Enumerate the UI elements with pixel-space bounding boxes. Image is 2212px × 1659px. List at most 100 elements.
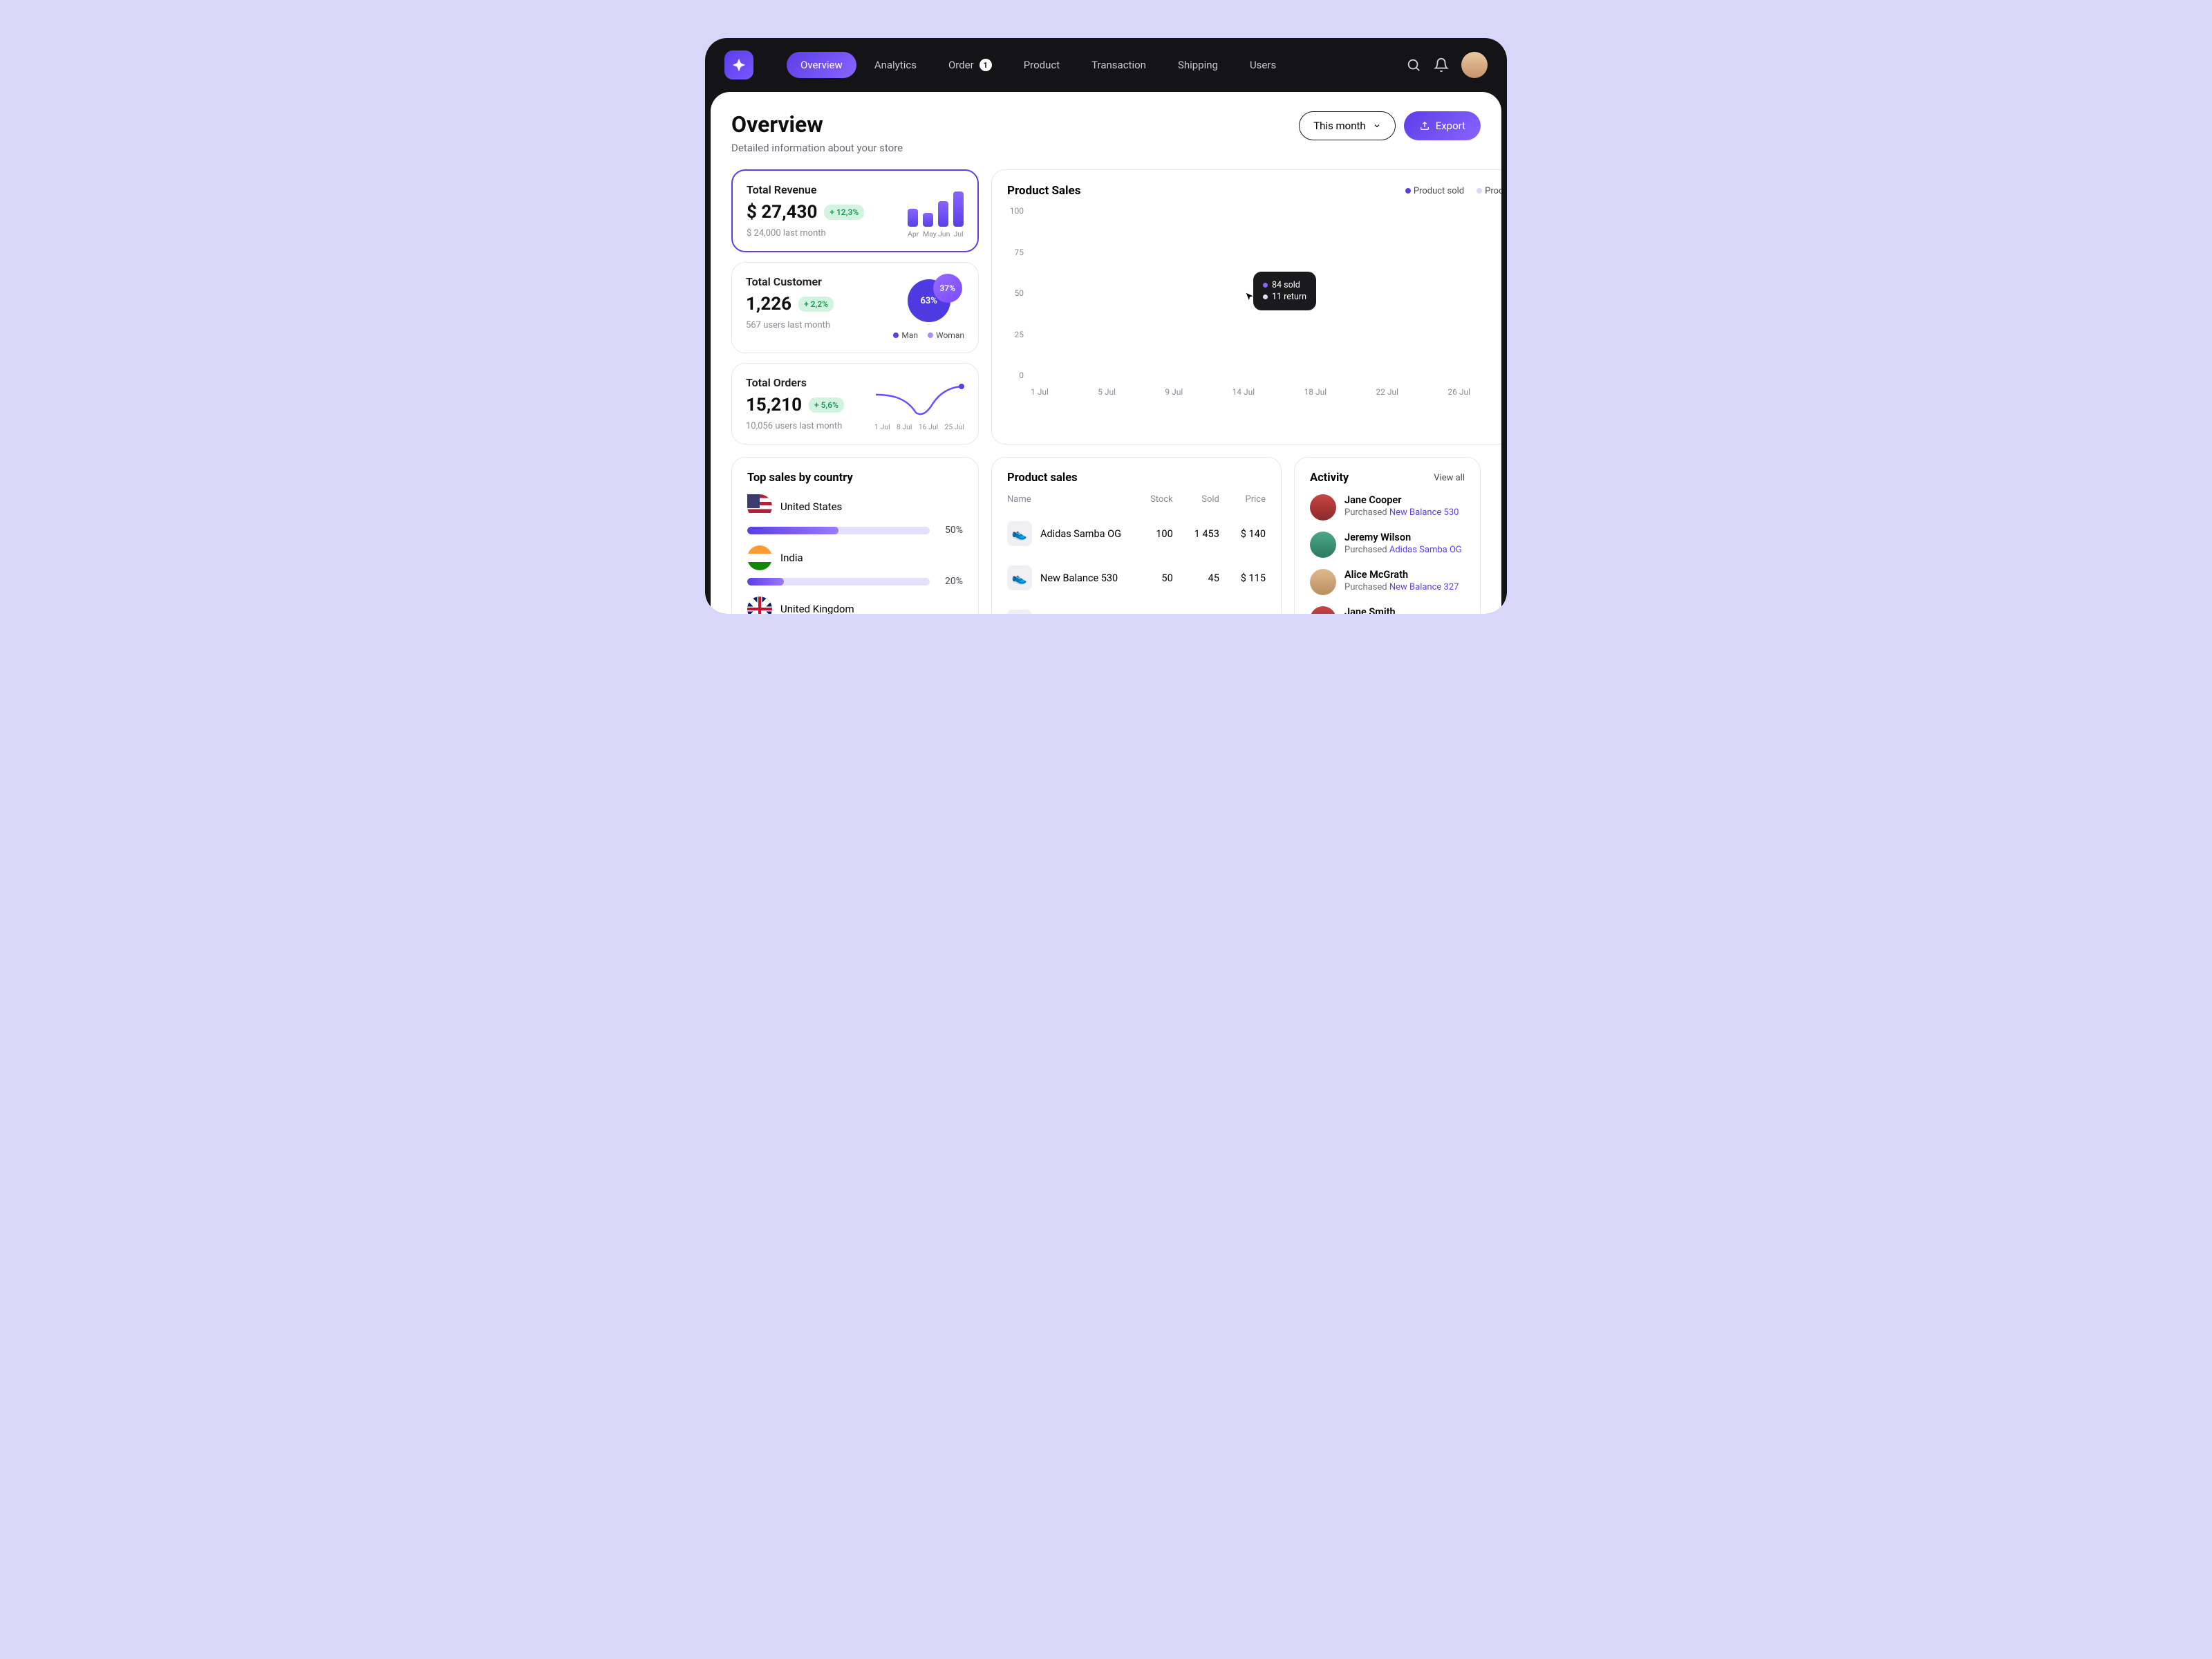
kpi-customer-card[interactable]: Total Customer 1,226 + 2,2% 567 users la…: [731, 262, 979, 353]
page-subtitle: Detailed information about your store: [731, 142, 903, 154]
export-label: Export: [1436, 120, 1465, 132]
revenue-sparkbar-labels: AprMayJunJul: [908, 229, 964, 238]
flag-icon: [747, 597, 772, 614]
search-icon[interactable]: [1406, 57, 1421, 73]
nav-users[interactable]: Users: [1236, 52, 1290, 78]
activity-avatar: [1310, 606, 1336, 614]
period-label: This month: [1313, 120, 1365, 132]
country-name: India: [780, 552, 803, 564]
legend-return: Product return: [1477, 186, 1501, 196]
user-avatar[interactable]: [1461, 52, 1488, 78]
kpi-orders-title: Total Orders: [746, 376, 844, 389]
col-name: Name: [1007, 494, 1127, 505]
activity-name: Jeremy Wilson: [1344, 532, 1462, 543]
product-name: New Balance 530: [1040, 572, 1118, 584]
col-price: Price: [1219, 494, 1266, 505]
product-stock: 50: [1127, 572, 1173, 584]
product-thumb: 👟: [1007, 565, 1032, 590]
period-selector[interactable]: This month: [1299, 111, 1395, 140]
country-row: India 20%: [747, 545, 963, 587]
nav-product[interactable]: Product: [1010, 52, 1074, 78]
app-window: Overview Analytics Order 1 Product Trans…: [705, 38, 1507, 614]
country-row: United States 50%: [747, 494, 963, 536]
table-row[interactable]: 👟 New Balance 530 50 45 $ 115: [1007, 556, 1266, 600]
content-area: Overview Detailed information about your…: [711, 92, 1501, 614]
kpi-orders-delta: + 5,6%: [809, 397, 844, 413]
nav-overview[interactable]: Overview: [787, 52, 856, 78]
product-thumb: 👟: [1007, 610, 1032, 614]
flag-icon: [747, 545, 772, 570]
chart-y-axis: 1007550250: [1007, 206, 1031, 400]
chart-title: Product Sales: [1007, 184, 1080, 198]
country-row: United Kingdom 10%: [747, 597, 963, 614]
country-name: United States: [780, 500, 842, 513]
activity-name: Jane Cooper: [1344, 494, 1459, 506]
activity-row[interactable]: Jane Cooper Purchased New Balance 530: [1310, 494, 1465, 521]
country-pct: 50%: [938, 525, 963, 536]
nav-shipping[interactable]: Shipping: [1164, 52, 1232, 78]
activity-sub: Purchased Adidas Samba OG: [1344, 545, 1462, 555]
country-pct: 20%: [938, 576, 963, 587]
revenue-sparkbars: [908, 184, 964, 227]
bell-icon[interactable]: [1434, 57, 1449, 73]
country-name: United Kingdom: [780, 603, 854, 614]
topbar: Overview Analytics Order 1 Product Trans…: [705, 38, 1507, 92]
orders-sparkline: 1 Jul8 Jul16 Jul25 Jul: [874, 382, 964, 431]
order-badge: 1: [980, 59, 992, 71]
product-table-title: Product sales: [1007, 471, 1266, 485]
product-name: Adidas Samba OG: [1040, 528, 1121, 540]
col-sold: Sold: [1173, 494, 1219, 505]
kpi-revenue-card[interactable]: Total Revenue $ 27,430 + 12,3% $ 24,000 …: [731, 169, 979, 252]
product-sales-chart: Product Sales Product sold Product retur…: [991, 169, 1501, 444]
kpi-customer-value: 1,226: [746, 294, 791, 315]
legend-woman: Woman: [928, 330, 964, 340]
kpi-orders-card[interactable]: Total Orders 15,210 + 5,6% 10,056 users …: [731, 363, 979, 444]
chevron-down-icon: [1373, 122, 1381, 130]
chart-x-axis: 1 Jul5 Jul9 Jul14 Jul18 Jul22 Jul26 Jul3…: [1031, 387, 1501, 397]
customer-donut: 63% 37%: [899, 275, 959, 326]
col-stock: Stock: [1127, 494, 1173, 505]
countries-title: Top sales by country: [747, 471, 963, 485]
nav-analytics[interactable]: Analytics: [861, 52, 930, 78]
kpi-revenue-value: $ 27,430: [747, 202, 817, 223]
product-sold: 45: [1173, 572, 1219, 584]
view-all-link[interactable]: View all: [1434, 473, 1465, 483]
page-title: Overview: [731, 111, 903, 138]
logo[interactable]: [724, 50, 753, 79]
kpi-orders-value: 15,210: [746, 395, 802, 415]
kpi-revenue-foot: $ 24,000 last month: [747, 228, 864, 238]
flag-icon: [747, 494, 772, 519]
kpi-customer-delta: + 2,2%: [798, 297, 834, 312]
activity-sub: Purchased New Balance 327: [1344, 582, 1459, 592]
donut-woman-pct: 37%: [933, 274, 962, 303]
kpi-revenue-delta: + 12,3%: [824, 205, 864, 220]
table-row[interactable]: 👟Nike Blazer Mid 77 70 21 $ 235: [1007, 600, 1266, 614]
chart-tooltip: 84 sold 11 return: [1253, 272, 1316, 310]
activity-avatar: [1310, 532, 1336, 558]
activity-panel: Activity View all Jane Cooper Purchased …: [1294, 457, 1481, 614]
nav-order[interactable]: Order 1: [935, 52, 1006, 78]
table-row[interactable]: 👟 Adidas Samba OG 100 1 453 $ 140: [1007, 512, 1266, 556]
export-button[interactable]: Export: [1404, 111, 1481, 140]
kpi-revenue-title: Total Revenue: [747, 183, 864, 196]
activity-row[interactable]: Jeremy Wilson Purchased Adidas Samba OG: [1310, 532, 1465, 558]
product-price: $ 115: [1219, 572, 1266, 584]
product-price: $ 140: [1219, 528, 1266, 540]
product-stock: 100: [1127, 528, 1173, 540]
activity-row[interactable]: Alice McGrath Purchased New Balance 327: [1310, 569, 1465, 595]
activity-row[interactable]: Jane Smith: [1310, 606, 1465, 614]
nav-order-label: Order: [948, 59, 974, 71]
legend-sold: Product sold: [1405, 186, 1464, 196]
legend-man: Man: [893, 330, 918, 340]
activity-name: Jane Smith: [1344, 606, 1396, 614]
kpi-orders-foot: 10,056 users last month: [746, 421, 844, 431]
kpi-customer-foot: 567 users last month: [746, 320, 834, 330]
top-countries-panel: Top sales by country United States 50% In…: [731, 457, 979, 614]
product-sold: 1 453: [1173, 528, 1219, 540]
product-thumb: 👟: [1007, 521, 1032, 546]
upload-icon: [1419, 120, 1430, 131]
nav-transaction[interactable]: Transaction: [1078, 52, 1160, 78]
activity-name: Alice McGrath: [1344, 569, 1459, 581]
product-table-panel: Product sales Name Stock Sold Price 👟 Adi…: [991, 457, 1282, 614]
main-nav: Overview Analytics Order 1 Product Trans…: [787, 52, 1290, 78]
